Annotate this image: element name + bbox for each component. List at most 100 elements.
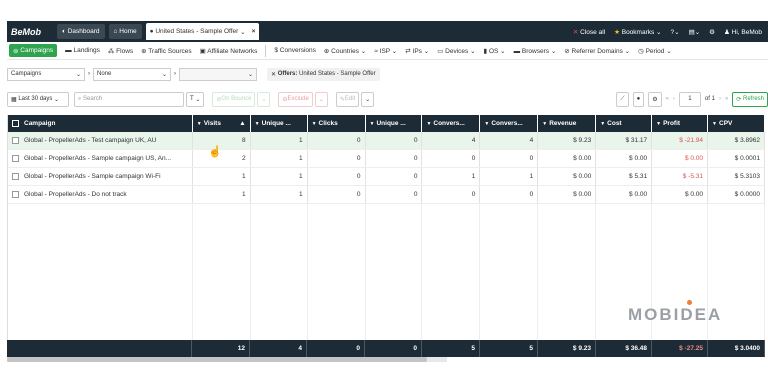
cell-value: 0 — [413, 137, 418, 144]
edit-dropdown[interactable]: ⌄ — [361, 91, 375, 107]
column-header[interactable]: Campaign — [8, 115, 193, 132]
gear-icon[interactable]: ⚙ — [709, 28, 715, 36]
sort-asc-icon[interactable]: ▲ — [239, 120, 245, 127]
filter-button[interactable]: T ⌄ — [186, 91, 205, 107]
cell-value: 1 — [529, 173, 534, 180]
horizontal-scrollbar[interactable] — [7, 357, 447, 362]
table-cell: $ 0.0001 — [708, 150, 765, 167]
first-page-icon[interactable]: « — [666, 96, 669, 102]
column-header[interactable]: ▼ Convers... — [480, 115, 539, 132]
tab-offer[interactable]: ● United States - Sample Offer ⌄ × — [145, 23, 260, 40]
bemob-logo: BeMob — [11, 26, 41, 37]
column-filter-icon[interactable]: ▼ — [197, 121, 202, 127]
column-filter-icon[interactable]: ▼ — [370, 121, 375, 127]
edit-button[interactable]: ✎ Edit — [335, 91, 360, 107]
tab-campaigns[interactable]: ⊚ Campaigns — [9, 44, 58, 57]
column-header[interactable]: ▼ Clicks — [308, 115, 366, 132]
cell-value: $ 0.0001 — [734, 155, 760, 162]
tab-landings[interactable]: ▬ Landings — [65, 47, 100, 54]
row-checkbox[interactable] — [12, 173, 19, 180]
help-icon[interactable]: ?⌄ — [671, 28, 680, 36]
offer-filter-chip[interactable]: ✕ Offers: United States - Sample Offer — [267, 67, 380, 81]
tab-traffic-sources[interactable]: ⊕ Traffic Sources — [141, 47, 192, 55]
campaigns-icon: ⊚ — [13, 47, 21, 55]
column-header[interactable]: ▼ Cost — [596, 115, 653, 132]
bookmarks-button[interactable]: ★ Bookmarks ⌄ — [614, 28, 661, 36]
tab-referrer-domains[interactable]: ⊘ Referrer Domains ⌄ — [564, 47, 630, 55]
column-header[interactable]: ▼ CPV — [708, 115, 765, 132]
table-row[interactable]: Global - PropellerAds - Sample campaign … — [8, 168, 765, 186]
column-filter-icon[interactable]: ▼ — [426, 121, 431, 127]
total-cell: 5 — [422, 340, 480, 357]
column-filter-icon[interactable]: ▼ — [542, 121, 547, 127]
table-cell: Global - PropellerAds - Test campaign UK… — [8, 132, 193, 149]
column-header[interactable]: ▼ Visits ▲ — [193, 115, 251, 132]
close-tab-icon[interactable]: × — [252, 28, 256, 35]
empty-column — [251, 204, 308, 340]
row-checkbox[interactable] — [12, 191, 19, 198]
column-header-label: Convers... — [433, 120, 465, 127]
tab-isp[interactable]: ≈ ISP ⌄ — [374, 47, 397, 55]
row-checkbox[interactable] — [12, 137, 19, 144]
close-all-button[interactable]: ✕ Close all — [573, 28, 605, 36]
home-button[interactable]: ⌂ Home — [108, 24, 142, 39]
table-header: Campaign ▼ Visits ▲ ▼ Unique ... ▼ Clicks ▼ U… — [8, 115, 765, 132]
column-filter-icon[interactable]: ▼ — [600, 121, 605, 127]
column-filter-icon[interactable]: ▼ — [656, 121, 661, 127]
exclude-button[interactable]: ⊖ Exclude — [278, 91, 313, 107]
tab-countries[interactable]: ⊕ Countries ⌄ — [324, 47, 366, 55]
user-menu[interactable]: ♟ Hi, BeMob — [724, 28, 762, 36]
row-checkbox[interactable] — [12, 155, 19, 162]
table-row[interactable]: Global - PropellerAds - Test campaign UK… — [8, 132, 765, 150]
table-cell: $ 31.17 — [596, 132, 653, 149]
date-range-select[interactable]: ▦ Last 30 days ⌄ — [7, 91, 69, 107]
tab-browsers[interactable]: ▬ Browsers ⌄ — [514, 47, 557, 55]
search-input[interactable]: ⌕ Search — [74, 91, 184, 107]
scrollbar-thumb[interactable] — [7, 357, 427, 362]
empty-column — [366, 204, 423, 340]
table-cell: Global - PropellerAds - Sample campaign … — [8, 168, 193, 185]
close-icon[interactable]: ✕ — [271, 71, 278, 78]
gear-icon[interactable]: ⚙ — [648, 91, 662, 107]
tab-flows[interactable]: ⁂ Flows — [108, 47, 133, 55]
tab-period[interactable]: ◷ Period ⌄ — [638, 47, 672, 55]
on-bounce-dropdown[interactable]: ⌄ — [257, 91, 271, 107]
table-row[interactable]: Global - PropellerAds - Do not track 1 1 0 0… — [8, 186, 765, 204]
column-filter-icon[interactable]: ▼ — [255, 121, 260, 127]
tab-affiliate-networks[interactable]: ▣ Affiliate Networks — [200, 47, 258, 55]
next-page-icon[interactable]: › — [719, 96, 721, 102]
page-input[interactable]: 1 — [678, 91, 701, 107]
group-select-1[interactable]: Campaigns ⌄ — [7, 67, 85, 81]
totals-row: 12 4 0 0 5 5 $ 9.23 $ 36.48 $ -27.25 $ 3.0400 — [7, 340, 765, 357]
column-filter-icon[interactable]: ▼ — [484, 121, 489, 127]
table-cell: Global - PropellerAds - Sample campaign … — [8, 150, 193, 167]
group-select-2[interactable]: None ⌄ — [93, 67, 171, 81]
column-filter-icon[interactable]: ▼ — [712, 121, 717, 127]
column-header[interactable]: ▼ Revenue — [538, 115, 597, 132]
last-page-icon[interactable]: » — [725, 96, 728, 102]
column-filter-icon[interactable]: ▼ — [312, 121, 317, 127]
column-header[interactable]: ▼ Convers... — [422, 115, 481, 132]
cell-value: 1 — [298, 137, 303, 144]
column-header[interactable]: ▼ Profit — [652, 115, 709, 132]
prev-page-icon[interactable]: ‹ — [673, 96, 675, 102]
group-select-3[interactable]: ⌄ — [179, 67, 257, 81]
select-all-checkbox[interactable] — [12, 120, 19, 127]
tab-os[interactable]: ▮ OS ⌄ — [484, 47, 506, 55]
column-header[interactable]: ▼ Unique ... — [251, 115, 308, 132]
chart-icon[interactable]: ⟋ — [616, 91, 629, 107]
tab-ips[interactable]: ⇄ IPs ⌄ — [405, 47, 429, 55]
tab-devices[interactable]: ▭ Devices ⌄ — [437, 47, 475, 55]
dashboard-button[interactable]: ◐ Dashboard — [57, 24, 105, 39]
column-header-label: Profit — [663, 120, 681, 127]
column-header[interactable]: ▼ Unique ... — [366, 115, 423, 132]
exclude-dropdown[interactable]: ⌄ — [314, 91, 328, 107]
on-bounce-button[interactable]: ⊘ On Bounce — [212, 91, 256, 107]
column-header-label: Unique ... — [376, 120, 406, 127]
table-row[interactable]: Global - PropellerAds - Sample campaign … — [8, 150, 765, 168]
notes-icon[interactable]: ▤⌄ — [689, 28, 701, 36]
cell-value: $ 0.00 — [573, 191, 592, 198]
tab-conversions[interactable]: $ Conversions — [274, 47, 316, 54]
refresh-button[interactable]: ⟳ Refresh — [732, 91, 768, 107]
comment-icon[interactable]: ● — [632, 91, 645, 107]
